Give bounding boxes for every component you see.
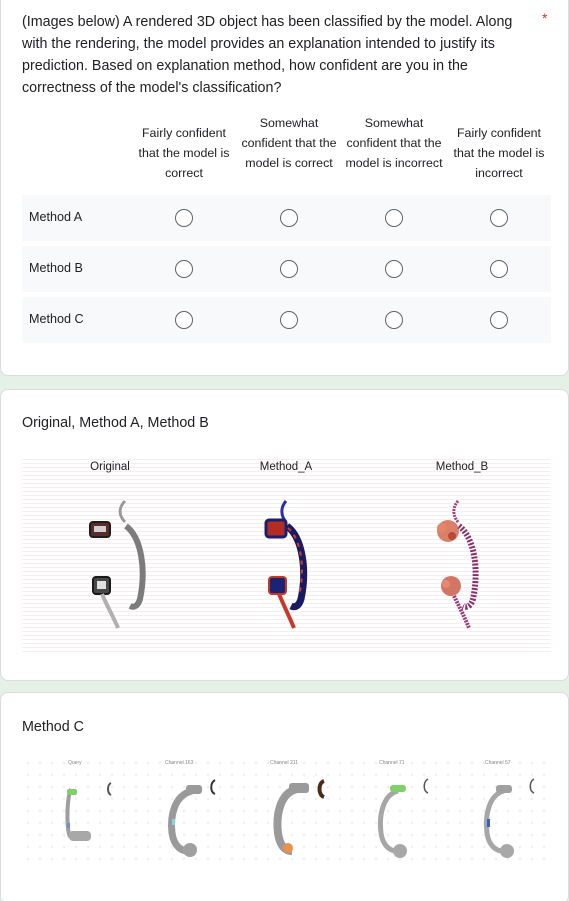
- thumb-label-channel-71: Channel 71: [379, 760, 405, 766]
- panel-label-method-a: Method_A: [259, 461, 313, 473]
- method-c-figure: [22, 757, 551, 869]
- thumb-label-channel-57: Channel 57: [485, 760, 511, 766]
- grid-row-method-c: Method C: [22, 297, 551, 343]
- question-card: (Images below) A rendered 3D object has …: [0, 0, 569, 376]
- grid-row-method-a: Method A: [22, 195, 551, 241]
- image-card-original-a-b: Original, Method A, Method B Original Me…: [0, 389, 569, 681]
- column-header-fairly-incorrect: Fairly confident that the model is incor…: [453, 126, 545, 180]
- section-title: Method C: [22, 719, 84, 735]
- section-title: Original, Method A, Method B: [22, 415, 209, 431]
- radio-method-b-somewhat-incorrect[interactable]: [385, 260, 403, 278]
- radio-method-b-somewhat-correct[interactable]: [280, 260, 298, 278]
- panel-label-method-b: Method_B: [435, 461, 489, 473]
- panel-label-original: Original: [90, 461, 130, 473]
- radio-method-a-fairly-correct[interactable]: [175, 209, 193, 227]
- explanation-image: Original Method_A Method_B: [22, 456, 551, 654]
- radio-method-c-somewhat-correct[interactable]: [280, 311, 298, 329]
- radio-method-a-fairly-incorrect[interactable]: [490, 209, 508, 227]
- thumb-label-query: Query: [68, 760, 82, 766]
- image-card-method-c: Method C Query Channel 163 Channel 211 C…: [0, 692, 569, 901]
- thumb-label-channel-211: Channel 211: [270, 760, 298, 766]
- radio-method-c-fairly-correct[interactable]: [175, 311, 193, 329]
- radio-method-c-somewhat-incorrect[interactable]: [385, 311, 403, 329]
- question-text: (Images below) A rendered 3D object has …: [22, 14, 513, 96]
- radio-method-b-fairly-correct[interactable]: [175, 260, 193, 278]
- row-label: Method A: [29, 210, 83, 224]
- row-label: Method C: [29, 312, 84, 326]
- radio-method-a-somewhat-incorrect[interactable]: [385, 209, 403, 227]
- radio-method-c-fairly-incorrect[interactable]: [490, 311, 508, 329]
- required-mark: *: [542, 10, 548, 26]
- thumb-label-channel-163: Channel 163: [165, 760, 194, 766]
- column-header-fairly-correct: Fairly confident that the model is corre…: [138, 126, 230, 180]
- method-c-image: Query Channel 163 Channel 211 Channel 71…: [22, 757, 551, 869]
- grid-row-method-b: Method B: [22, 246, 551, 292]
- column-header-somewhat-correct: Somewhat confident that the model is cor…: [241, 116, 337, 170]
- radio-method-b-fairly-incorrect[interactable]: [490, 260, 508, 278]
- radio-method-a-somewhat-correct[interactable]: [280, 209, 298, 227]
- explanation-figure: [22, 456, 551, 654]
- row-label: Method B: [29, 261, 83, 275]
- column-header-somewhat-incorrect: Somewhat confident that the model is inc…: [345, 116, 443, 170]
